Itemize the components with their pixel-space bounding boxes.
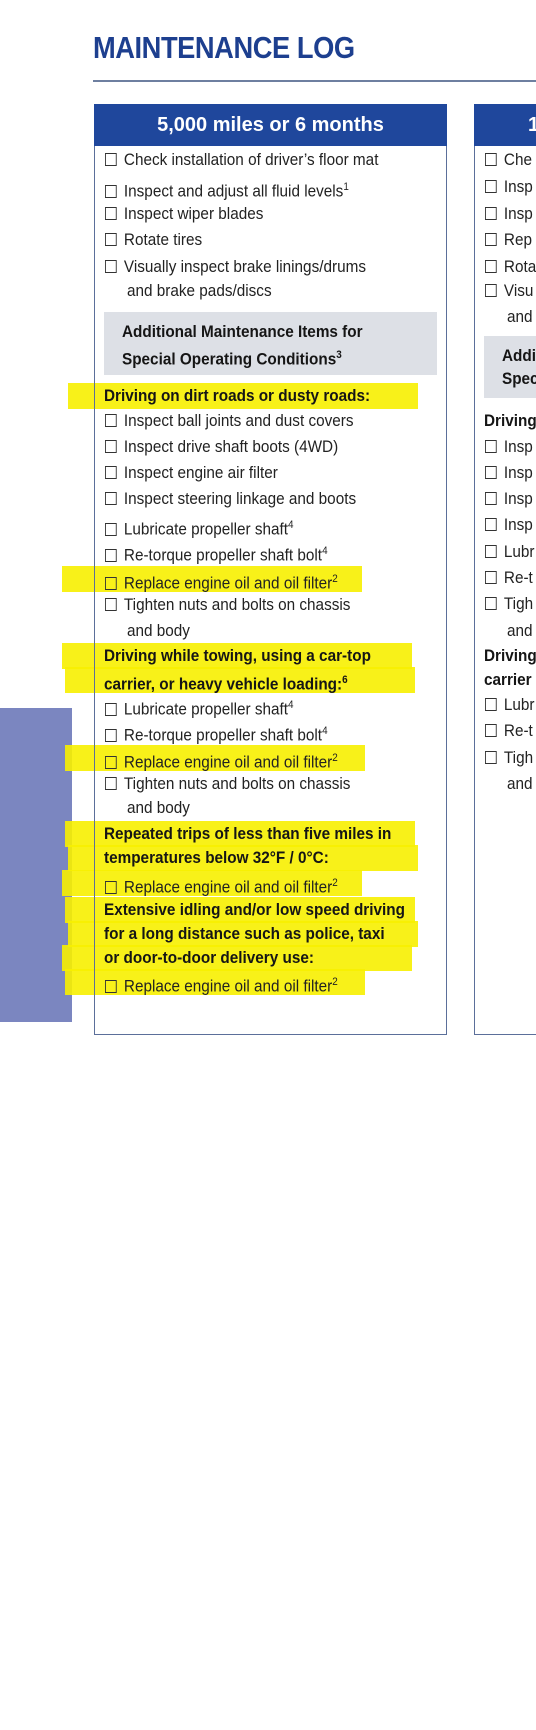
column-header: 1: [474, 104, 536, 146]
title-divider: [93, 80, 536, 82]
column-header: 5,000 miles or 6 months: [94, 104, 447, 146]
interval-column-5000: 5,000 miles or 6 months: [94, 104, 447, 1035]
page-title: MAINTENANCE LOG: [93, 30, 355, 65]
side-section-tab: NCE: [0, 708, 72, 1730]
side-tab-label: NCE: [12, 1660, 45, 1730]
interval-column-next: 1: [474, 104, 536, 1035]
